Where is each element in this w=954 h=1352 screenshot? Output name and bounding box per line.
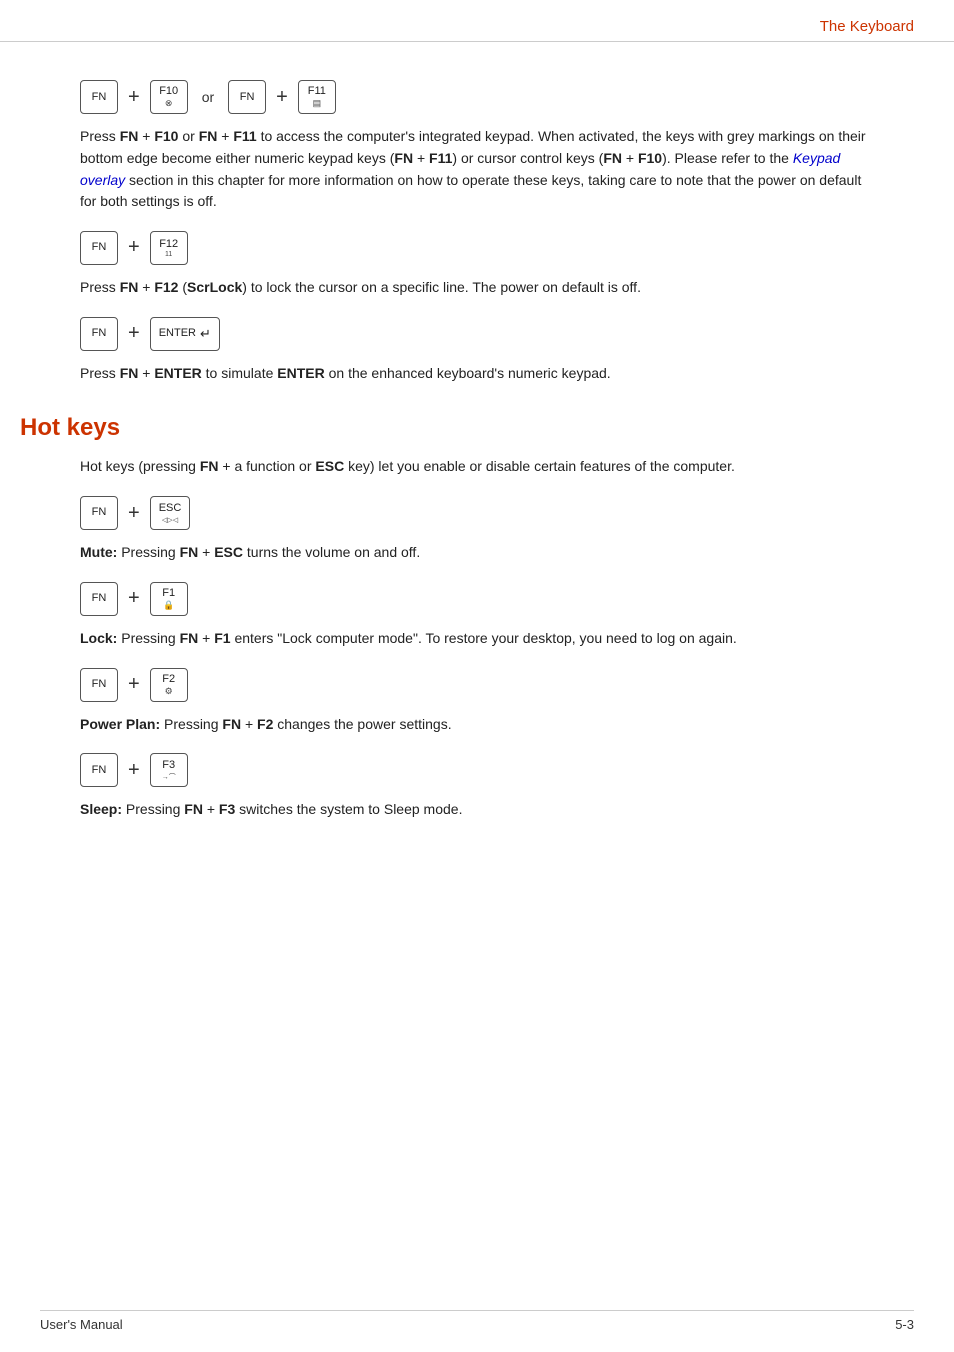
desc-fn-f12: Press FN + F12 (ScrLock) to lock the cur…	[80, 277, 874, 299]
or-label: or	[202, 89, 214, 105]
key-f2: F2 ⚙	[150, 668, 188, 702]
hot-keys-intro: Hot keys (pressing FN + a function or ES…	[80, 456, 874, 478]
keypad-overlay-link[interactable]: Keypad overlay	[80, 150, 840, 188]
key-enter: ENTER ↵	[150, 317, 220, 351]
key-fn-5: FN	[80, 496, 118, 530]
key-f10: F10 ⊗	[150, 80, 188, 114]
page-content: FN + F10 ⊗ or FN + F11 ▤ Press FN + F10 …	[0, 42, 954, 849]
combo-fn-f1: FN + F1 🔒	[80, 582, 874, 616]
key-fn-3: FN	[80, 231, 118, 265]
key-fn-7: FN	[80, 668, 118, 702]
plus-icon-6: +	[128, 587, 140, 610]
footer-right: 5-3	[895, 1317, 914, 1332]
plus-icon-1: +	[128, 86, 140, 109]
page-footer: User's Manual 5-3	[40, 1310, 914, 1332]
key-f12: F12 11	[150, 231, 188, 265]
key-fn-1: FN	[80, 80, 118, 114]
header-title: The Keyboard	[820, 18, 914, 35]
plus-icon-8: +	[128, 759, 140, 782]
enter-arrow-icon: ↵	[200, 326, 211, 342]
combo-fn-f10-f11: FN + F10 ⊗ or FN + F11 ▤	[80, 80, 874, 114]
key-f1: F1 🔒	[150, 582, 188, 616]
desc-sleep: Sleep: Pressing FN + F3 switches the sys…	[80, 799, 874, 821]
key-fn-4: FN	[80, 317, 118, 351]
plus-icon-4: +	[128, 322, 140, 345]
page-header: The Keyboard	[0, 0, 954, 42]
key-esc: ESC ◁▷◁	[150, 496, 191, 530]
key-fn-6: FN	[80, 582, 118, 616]
key-fn-2: FN	[228, 80, 266, 114]
combo-fn-f2: FN + F2 ⚙	[80, 668, 874, 702]
combo-fn-f3: FN + F3 →⌒	[80, 753, 874, 787]
key-f11: F11 ▤	[298, 80, 336, 114]
hot-keys-heading: Hot keys	[20, 414, 874, 442]
plus-icon-2: +	[276, 86, 288, 109]
combo-fn-esc: FN + ESC ◁▷◁	[80, 496, 874, 530]
combo-fn-enter: FN + ENTER ↵	[80, 317, 874, 351]
desc-fn-enter: Press FN + ENTER to simulate ENTER on th…	[80, 363, 874, 385]
desc-mute: Mute: Pressing FN + ESC turns the volume…	[80, 542, 874, 564]
plus-icon-7: +	[128, 673, 140, 696]
desc-power-plan: Power Plan: Pressing FN + F2 changes the…	[80, 714, 874, 736]
key-fn-8: FN	[80, 753, 118, 787]
combo-fn-f12: FN + F12 11	[80, 231, 874, 265]
key-f3: F3 →⌒	[150, 753, 188, 787]
footer-left: User's Manual	[40, 1317, 123, 1332]
desc-fn-f10-f11: Press FN + F10 or FN + F11 to access the…	[80, 126, 874, 213]
plus-icon-5: +	[128, 502, 140, 525]
plus-icon-3: +	[128, 236, 140, 259]
desc-lock: Lock: Pressing FN + F1 enters "Lock comp…	[80, 628, 874, 650]
